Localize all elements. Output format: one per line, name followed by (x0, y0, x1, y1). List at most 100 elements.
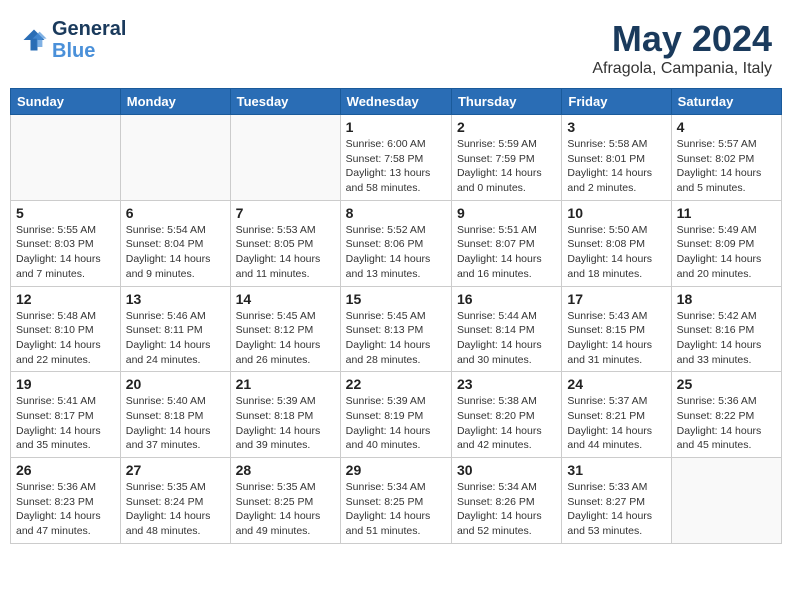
day-number: 9 (457, 205, 556, 221)
weekday-wednesday: Wednesday (340, 89, 451, 115)
weekday-header-row: SundayMondayTuesdayWednesdayThursdayFrid… (11, 89, 782, 115)
day-cell (11, 115, 121, 201)
logo-text: General Blue (52, 18, 126, 62)
weekday-tuesday: Tuesday (230, 89, 340, 115)
day-cell: 7 Sunrise: 5:53 AMSunset: 8:05 PMDaylight… (230, 200, 340, 286)
day-cell: 21 Sunrise: 5:39 AMSunset: 8:18 PMDayligh… (230, 372, 340, 458)
day-cell: 12Sunrise: 5:48 AMSunset: 8:10 PMDayligh… (11, 286, 121, 372)
day-number: 13 (126, 291, 225, 307)
day-info: Sunrise: 5:39 AMSunset: 8:18 PMDaylight:… (236, 394, 335, 453)
day-cell: 16 Sunrise: 5:44 AMSunset: 8:14 PMDayligh… (451, 286, 561, 372)
weekday-sunday: Sunday (11, 89, 121, 115)
day-cell: 13 Sunrise: 5:46 AMSunset: 8:11 PMDayligh… (120, 286, 230, 372)
day-info: Sunrise: 5:42 AMSunset: 8:16 PMDaylight:… (677, 309, 776, 368)
day-info: Sunrise: 5:59 AMSunset: 7:59 PMDaylight:… (457, 137, 556, 196)
day-cell: 17 Sunrise: 5:43 AMSunset: 8:15 PMDayligh… (562, 286, 671, 372)
logo-blue: Blue (52, 40, 126, 62)
day-number: 22 (346, 376, 446, 392)
day-cell: 26 Sunrise: 5:36 AMSunset: 8:23 PMDayligh… (11, 458, 121, 544)
day-info: Sunrise: 5:57 AMSunset: 8:02 PMDaylight:… (677, 137, 776, 196)
day-info: Sunrise: 5:55 AMSunset: 8:03 PMDaylight:… (16, 223, 115, 282)
day-number: 1 (346, 119, 446, 135)
day-number: 5 (16, 205, 115, 221)
page-header: General Blue May 2024 Afragola, Campania… (10, 10, 782, 82)
day-cell: 29 Sunrise: 5:34 AMSunset: 8:25 PMDayligh… (340, 458, 451, 544)
day-number: 31 (567, 462, 665, 478)
day-number: 24 (567, 376, 665, 392)
day-info: Sunrise: 5:35 AMSunset: 8:24 PMDaylight:… (126, 480, 225, 539)
day-number: 29 (346, 462, 446, 478)
week-row-3: 12Sunrise: 5:48 AMSunset: 8:10 PMDayligh… (11, 286, 782, 372)
title-block: May 2024 Afragola, Campania, Italy (592, 18, 772, 78)
day-cell: 20 Sunrise: 5:40 AMSunset: 8:18 PMDayligh… (120, 372, 230, 458)
day-number: 30 (457, 462, 556, 478)
weekday-monday: Monday (120, 89, 230, 115)
day-info: Sunrise: 5:36 AMSunset: 8:23 PMDaylight:… (16, 480, 115, 539)
day-info: Sunrise: 5:45 AMSunset: 8:12 PMDaylight:… (236, 309, 335, 368)
day-info: Sunrise: 5:33 AMSunset: 8:27 PMDaylight:… (567, 480, 665, 539)
logo-general: General (52, 18, 126, 40)
day-info: Sunrise: 5:53 AMSunset: 8:05 PMDaylight:… (236, 223, 335, 282)
day-info: Sunrise: 5:39 AMSunset: 8:19 PMDaylight:… (346, 394, 446, 453)
day-info: Sunrise: 6:00 AMSunset: 7:58 PMDaylight:… (346, 137, 446, 196)
day-cell: 4 Sunrise: 5:57 AMSunset: 8:02 PMDaylight… (671, 115, 781, 201)
day-number: 25 (677, 376, 776, 392)
day-info: Sunrise: 5:34 AMSunset: 8:25 PMDaylight:… (346, 480, 446, 539)
day-number: 10 (567, 205, 665, 221)
week-row-5: 26 Sunrise: 5:36 AMSunset: 8:23 PMDayligh… (11, 458, 782, 544)
day-cell: 27 Sunrise: 5:35 AMSunset: 8:24 PMDayligh… (120, 458, 230, 544)
logo-icon (20, 26, 48, 54)
day-number: 19 (16, 376, 115, 392)
day-number: 2 (457, 119, 556, 135)
day-number: 4 (677, 119, 776, 135)
day-number: 23 (457, 376, 556, 392)
day-number: 7 (236, 205, 335, 221)
day-number: 8 (346, 205, 446, 221)
day-cell: 24 Sunrise: 5:37 AMSunset: 8:21 PMDayligh… (562, 372, 671, 458)
day-cell: 28 Sunrise: 5:35 AMSunset: 8:25 PMDayligh… (230, 458, 340, 544)
day-number: 26 (16, 462, 115, 478)
day-cell: 18Sunrise: 5:42 AMSunset: 8:16 PMDayligh… (671, 286, 781, 372)
day-info: Sunrise: 5:40 AMSunset: 8:18 PMDaylight:… (126, 394, 225, 453)
day-cell: 30 Sunrise: 5:34 AMSunset: 8:26 PMDayligh… (451, 458, 561, 544)
day-cell: 9Sunrise: 5:51 AMSunset: 8:07 PMDaylight… (451, 200, 561, 286)
day-info: Sunrise: 5:34 AMSunset: 8:26 PMDaylight:… (457, 480, 556, 539)
day-number: 3 (567, 119, 665, 135)
week-row-2: 5 Sunrise: 5:55 AMSunset: 8:03 PMDaylight… (11, 200, 782, 286)
day-number: 16 (457, 291, 556, 307)
day-number: 12 (16, 291, 115, 307)
day-number: 11 (677, 205, 776, 221)
day-info: Sunrise: 5:37 AMSunset: 8:21 PMDaylight:… (567, 394, 665, 453)
day-cell: 19 Sunrise: 5:41 AMSunset: 8:17 PMDayligh… (11, 372, 121, 458)
day-cell: 25 Sunrise: 5:36 AMSunset: 8:22 PMDayligh… (671, 372, 781, 458)
day-cell: 11Sunrise: 5:49 AMSunset: 8:09 PMDayligh… (671, 200, 781, 286)
day-info: Sunrise: 5:36 AMSunset: 8:22 PMDaylight:… (677, 394, 776, 453)
day-number: 6 (126, 205, 225, 221)
day-info: Sunrise: 5:45 AMSunset: 8:13 PMDaylight:… (346, 309, 446, 368)
day-number: 15 (346, 291, 446, 307)
day-number: 27 (126, 462, 225, 478)
day-cell: 23Sunrise: 5:38 AMSunset: 8:20 PMDayligh… (451, 372, 561, 458)
week-row-4: 19 Sunrise: 5:41 AMSunset: 8:17 PMDayligh… (11, 372, 782, 458)
day-cell: 1 Sunrise: 6:00 AMSunset: 7:58 PMDaylight… (340, 115, 451, 201)
day-info: Sunrise: 5:46 AMSunset: 8:11 PMDaylight:… (126, 309, 225, 368)
day-info: Sunrise: 5:41 AMSunset: 8:17 PMDaylight:… (16, 394, 115, 453)
day-info: Sunrise: 5:43 AMSunset: 8:15 PMDaylight:… (567, 309, 665, 368)
day-info: Sunrise: 5:58 AMSunset: 8:01 PMDaylight:… (567, 137, 665, 196)
day-cell: 6 Sunrise: 5:54 AMSunset: 8:04 PMDaylight… (120, 200, 230, 286)
day-number: 28 (236, 462, 335, 478)
day-cell: 10Sunrise: 5:50 AMSunset: 8:08 PMDayligh… (562, 200, 671, 286)
day-cell: 5 Sunrise: 5:55 AMSunset: 8:03 PMDaylight… (11, 200, 121, 286)
day-number: 17 (567, 291, 665, 307)
day-info: Sunrise: 5:54 AMSunset: 8:04 PMDaylight:… (126, 223, 225, 282)
weekday-saturday: Saturday (671, 89, 781, 115)
day-number: 21 (236, 376, 335, 392)
day-info: Sunrise: 5:35 AMSunset: 8:25 PMDaylight:… (236, 480, 335, 539)
day-cell: 2 Sunrise: 5:59 AMSunset: 7:59 PMDaylight… (451, 115, 561, 201)
day-cell: 31 Sunrise: 5:33 AMSunset: 8:27 PMDayligh… (562, 458, 671, 544)
logo: General Blue (20, 18, 126, 62)
day-number: 20 (126, 376, 225, 392)
day-info: Sunrise: 5:44 AMSunset: 8:14 PMDaylight:… (457, 309, 556, 368)
day-cell (120, 115, 230, 201)
month-title: May 2024 (592, 18, 772, 60)
